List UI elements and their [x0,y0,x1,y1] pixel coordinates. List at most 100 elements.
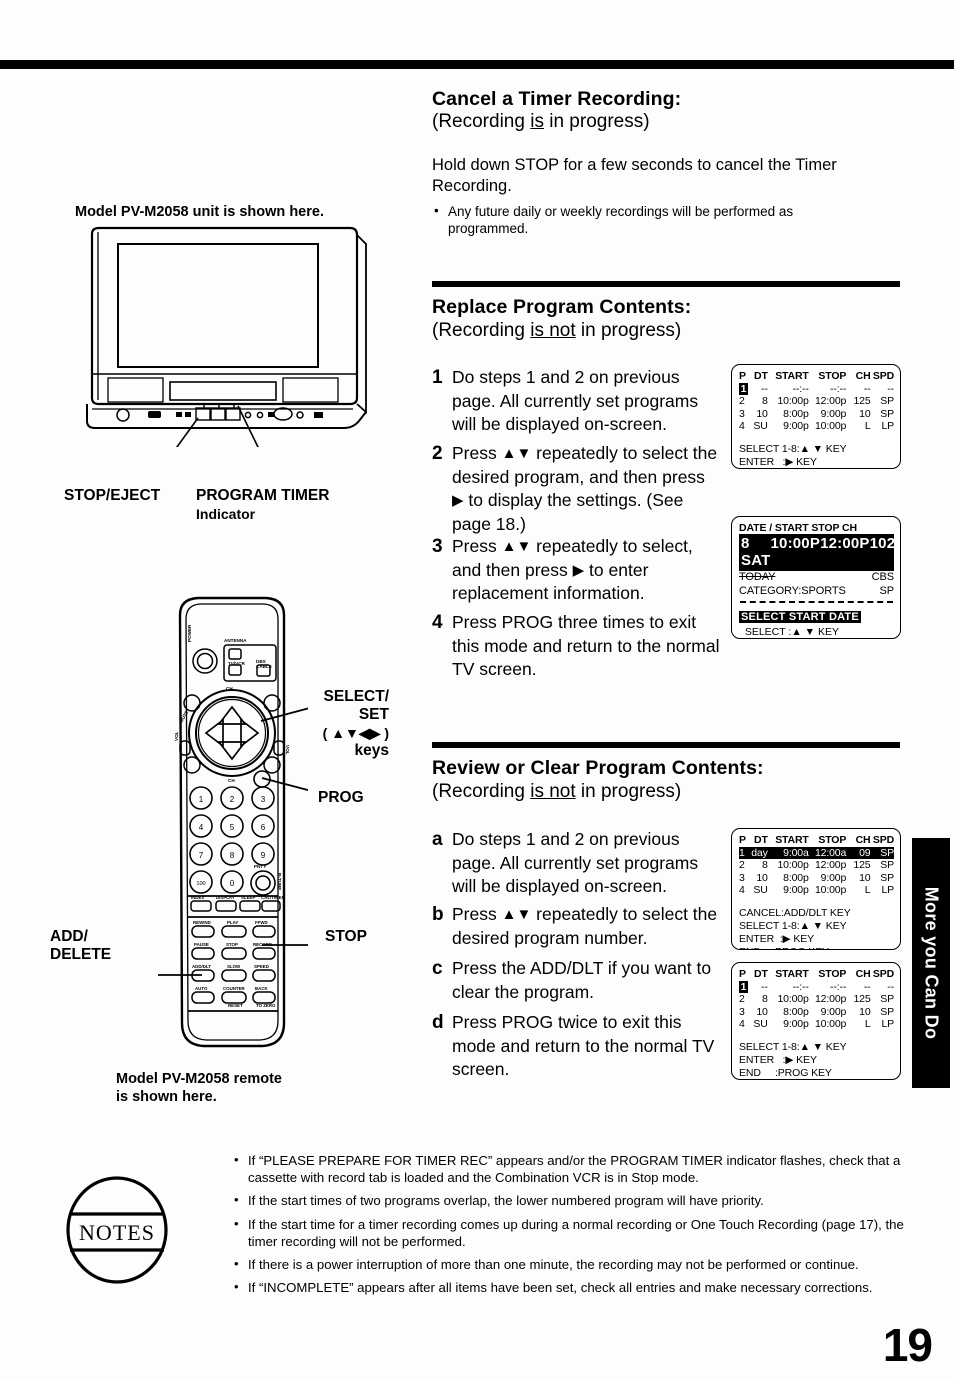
osd-date-cell: 10:00P [770,535,821,552]
osd-cell: 125 [853,395,871,408]
step-review-d: d Press PROG twice to exit this mode and… [432,1011,720,1082]
step-review-a: a Do steps 1 and 2 on previous page. All… [432,828,720,899]
osd-speed-label: SP [879,584,895,597]
section-cancel-subtitle: (Recording is in progress) [432,111,650,133]
osd-category-label: CATEGORY:SPORTS [739,584,846,597]
step-text: Press ▲▼ repeatedly to select the desire… [452,442,720,536]
note-item: If “INCOMPLETE” appears after all items … [232,1278,932,1296]
osd-cell: day [751,846,768,859]
osd-cell: SP [880,395,894,408]
updown-arrows-icon: ▲▼ [501,445,532,462]
osd-cell: L [864,884,871,897]
step-replace-1: 1 Do steps 1 and 2 on previous page. All… [432,366,720,437]
svg-text:100: 100 [196,881,205,887]
osd-row: 3 10 8:00p 9:00p 10 SP [739,408,894,421]
osd-row: 3 10 8:00p 9:00p 10 SP [739,1006,894,1019]
svg-text:3: 3 [261,795,266,804]
remote-label-delete-line2: DELETE [50,946,112,963]
subtitle-post: in progress) [575,320,682,341]
svg-text:R-TUNE: R-TUNE [277,873,282,890]
svg-text:INDEX: INDEX [191,895,204,900]
osd-cell: 10:00p [814,884,847,897]
osd-cell: 2 [739,859,745,872]
remote-label-select-arrows: ( ▲▼◀▶ ) [322,725,389,741]
svg-text:0: 0 [230,879,235,888]
svg-text:6: 6 [261,823,266,832]
remote-illustration: POWER ANTENNA TV/VCR DBS CABLE CH CH MUT… [158,593,308,1071]
osd-cell: 10:00p [814,420,847,433]
step-number: 2 [432,443,443,464]
osd-key-legend-line: SELECT :▲ ▼ KEY [739,626,839,638]
section-review-title: Review or Clear Program Contents: [432,757,764,779]
step-review-c: c Press the ADD/DLT if you want to clear… [432,957,720,1004]
osd-date-cell: 12:00P [820,535,870,552]
remote-label-add-line1: ADD/ [50,928,88,945]
osd-today-line: TODAY CBS [739,571,894,585]
osd-cell: 8 [762,395,768,408]
osd-column-header: STOP [818,834,847,846]
osd-cell: 12:00p [814,993,847,1006]
osd-key-legend-line: SELECT 1-8:▲ ▼ KEY [739,1040,847,1053]
subtitle-emphasis: is [530,111,544,132]
osd-cell: 8:00p [783,871,809,884]
osd-program-list-3: P DT START STOP CH SPD 1 -- --:-- --:-- -- -- 2 8 10:0… [731,962,901,1080]
osd-banner: SELECT START DATE [739,611,861,623]
osd-cell: LP [881,420,894,433]
remote-label-select-keys: keys [354,742,389,759]
osd-cell: SU [753,1018,768,1031]
svg-text:CH: CH [228,778,235,783]
osd-cell: 9:00p [783,420,809,433]
svg-text:ADD/DLT: ADD/DLT [192,964,211,969]
tv-illustration [78,222,378,447]
osd-cell: 2 [739,993,745,1006]
osd-cell: 3 [739,871,745,884]
step-replace-2: 2 Press ▲▼ repeatedly to select the desi… [432,442,720,536]
svg-text:2: 2 [230,795,235,804]
osd-cell: 10:00p [777,859,809,872]
svg-text:1: 1 [199,795,204,804]
osd-cell: SP [880,859,894,872]
osd-cell: 10 [756,871,768,884]
right-arrow-icon: ▶ [452,492,464,509]
osd-column-header: P [739,370,746,382]
osd-key-legend-line: ENTER :▶ KEY [739,1053,817,1066]
osd-row: 1 day 9:00a 12:00a 09 SP [739,846,894,860]
osd-date-cell: 8 SAT [741,535,771,569]
subtitle-post: in progress) [543,111,650,132]
subtitle-pre: (Recording [432,781,531,802]
note-item: If the start times of two programs overl… [232,1191,932,1209]
osd-cell: --:-- [792,980,809,993]
osd-cell: SP [880,846,894,859]
osd-row: 2 8 10:00p 12:00p 125 SP [739,395,894,408]
osd-key-legend-line: ENTER :▶ KEY [739,455,817,468]
section-replace-subtitle: (Recording is not in progress) [432,320,681,342]
osd-cell: SP [880,871,894,884]
subtitle-emphasis: is not [530,320,576,341]
section-cancel-bullet-text: Any future daily or weekly recordings wi… [448,204,794,236]
osd-cell: 4 [739,420,745,433]
osd-date-header: DATE / START STOP CH [739,522,857,534]
svg-text:CAL/TIMER: CAL/TIMER [261,895,286,900]
osd-cell: 10 [859,871,871,884]
osd-row: 3 10 8:00p 9:00p 10 SP [739,872,894,885]
notes-list: If “PLEASE PREPARE FOR TIMER REC” appear… [232,1151,932,1302]
side-tab-label: More you Can Do [921,886,942,1040]
osd-cell: -- [761,980,768,993]
svg-text:TO ZERO: TO ZERO [256,1003,276,1008]
osd-cell: SU [753,884,768,897]
subtitle-pre: (Recording [432,320,531,341]
osd-row: 2 8 10:00p 12:00p 125 SP [739,993,894,1006]
svg-text:COUNTER: COUNTER [223,986,246,991]
osd-cell: 10:00p [777,993,809,1006]
tv-label-stop-eject: STOP/EJECT [64,487,161,504]
osd-program-list-1: P DT START STOP CH SPD 1 -- --:-- --:-- -- -- 2 8 10:0… [731,364,901,469]
svg-text:NOTES: NOTES [79,1220,155,1245]
osd-row: 4 SU 9:00p 10:00p L LP [739,1018,894,1031]
remote-label-select-line2: SET [358,706,389,723]
osd-divider [740,601,893,603]
osd-cell: 9:00a [783,846,809,859]
step-text: Press ▲▼ repeatedly to select, and then … [452,535,720,606]
osd-cell: 8 [762,993,768,1006]
osd-cell: 4 [739,884,745,897]
side-tab-more-you-can-do: More you Can Do [912,838,950,1088]
